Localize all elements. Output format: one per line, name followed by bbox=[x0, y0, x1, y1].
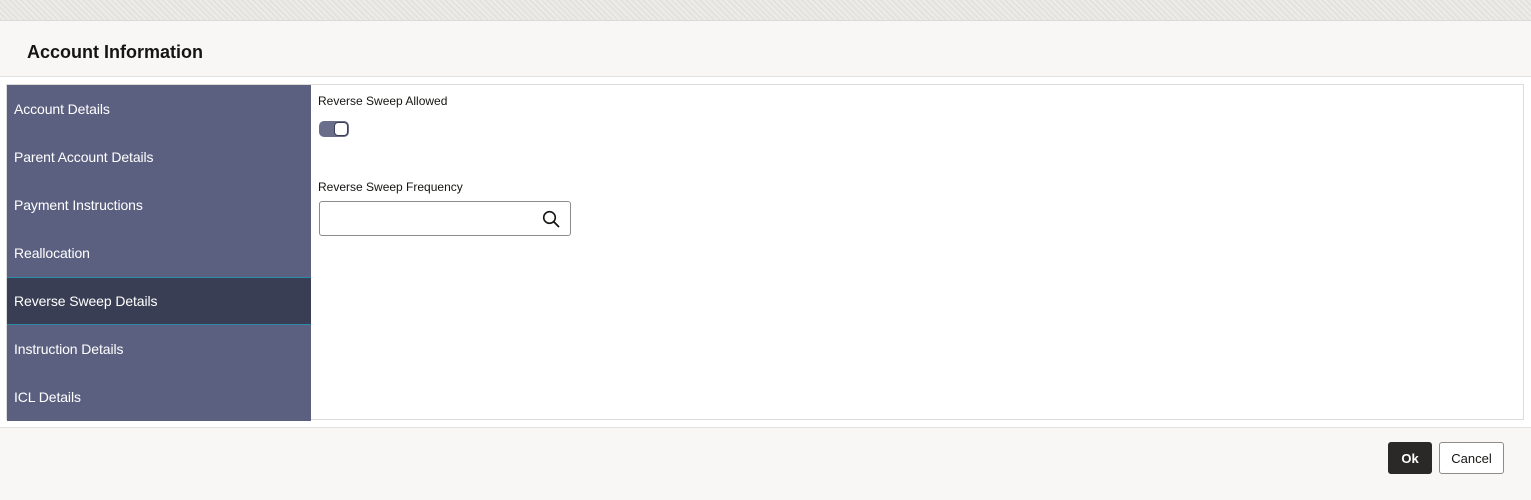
nav-item-icl-details[interactable]: ICL Details bbox=[7, 373, 311, 421]
toggle-knob bbox=[334, 122, 348, 136]
ok-button[interactable]: Ok bbox=[1388, 442, 1432, 474]
nav-item-account-details[interactable]: Account Details bbox=[7, 85, 311, 133]
search-icon[interactable] bbox=[542, 210, 560, 228]
dialog-body: Account Details Parent Account Details P… bbox=[0, 77, 1531, 428]
nav-item-label: ICL Details bbox=[14, 389, 81, 405]
nav-item-reverse-sweep-details[interactable]: Reverse Sweep Details bbox=[7, 277, 311, 325]
nav-item-payment-instructions[interactable]: Payment Instructions bbox=[7, 181, 311, 229]
dialog-header: Account Information bbox=[0, 21, 1531, 77]
reverse-sweep-frequency-label: Reverse Sweep Frequency bbox=[318, 180, 463, 194]
nav-item-parent-account-details[interactable]: Parent Account Details bbox=[7, 133, 311, 181]
background-strip bbox=[0, 0, 1531, 21]
nav-item-label: Reverse Sweep Details bbox=[14, 293, 158, 309]
nav-item-reallocation[interactable]: Reallocation bbox=[7, 229, 311, 277]
reverse-sweep-allowed-label: Reverse Sweep Allowed bbox=[318, 94, 448, 108]
dialog-footer: Ok Cancel bbox=[0, 428, 1531, 500]
nav-item-label: Payment Instructions bbox=[14, 197, 143, 213]
nav-item-instruction-details[interactable]: Instruction Details bbox=[7, 325, 311, 373]
reverse-sweep-allowed-toggle[interactable] bbox=[319, 121, 349, 137]
nav-item-label: Reallocation bbox=[14, 245, 90, 261]
dialog-title: Account Information bbox=[27, 42, 203, 62]
cancel-button[interactable]: Cancel bbox=[1439, 442, 1504, 474]
section-nav: Account Details Parent Account Details P… bbox=[7, 85, 311, 421]
content-frame: Account Details Parent Account Details P… bbox=[6, 84, 1524, 421]
nav-item-label: Account Details bbox=[14, 101, 110, 117]
nav-item-label: Instruction Details bbox=[14, 341, 124, 357]
reverse-sweep-frequency-field bbox=[319, 201, 571, 236]
nav-item-label: Parent Account Details bbox=[14, 149, 154, 165]
reverse-sweep-panel: Reverse Sweep Allowed Reverse Sweep Freq… bbox=[311, 85, 1523, 419]
reverse-sweep-frequency-input[interactable] bbox=[326, 208, 540, 231]
